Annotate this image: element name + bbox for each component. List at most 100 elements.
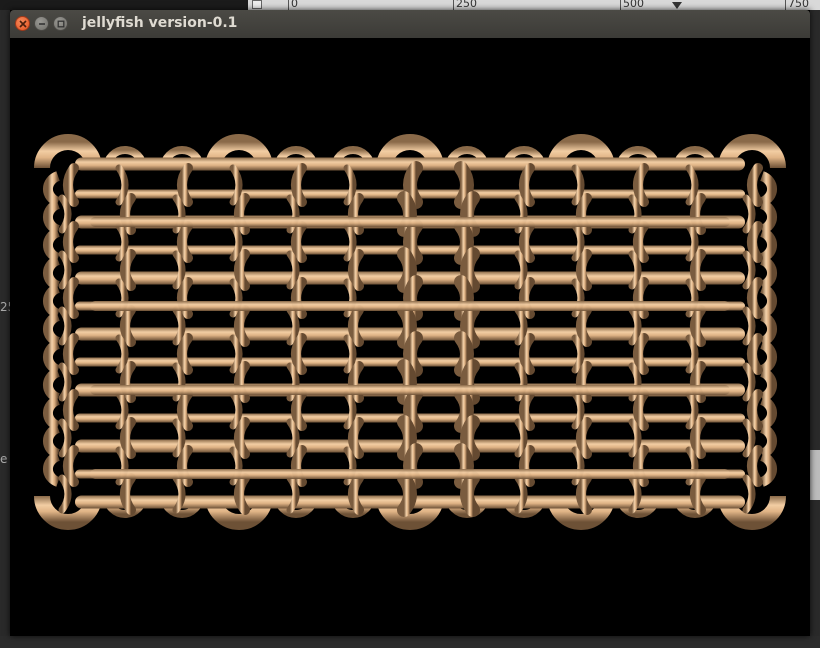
yarn-stitch bbox=[685, 164, 699, 206]
yarn-stitch bbox=[571, 334, 585, 374]
app-window: jellyfish version-0.1 bbox=[10, 10, 810, 636]
yarn-stitch bbox=[177, 389, 193, 431]
yarn-stitch bbox=[229, 164, 243, 206]
yarn-stitch bbox=[633, 389, 649, 431]
yarn-stitch bbox=[234, 417, 250, 459]
yarn-stitch bbox=[628, 306, 642, 346]
yarn-stitch bbox=[115, 164, 129, 206]
yarn-loop bbox=[759, 255, 778, 291]
yarn-stitch bbox=[172, 306, 186, 346]
knit-render[interactable] bbox=[10, 38, 810, 636]
yarn-stitch bbox=[115, 222, 129, 262]
background-bottom-strip bbox=[0, 636, 820, 648]
yarn-loop bbox=[42, 283, 61, 319]
yarn-stitch bbox=[234, 249, 250, 291]
yarn-stitch bbox=[571, 164, 585, 206]
yarn-loop bbox=[42, 423, 61, 459]
yarn-stitch bbox=[291, 333, 307, 375]
yarn-stitch bbox=[348, 249, 364, 291]
yarn-stitch bbox=[343, 390, 357, 430]
yarn-loop bbox=[42, 367, 61, 403]
yarn-stitch bbox=[747, 445, 763, 487]
yarn-strand bbox=[90, 301, 730, 311]
yarn-stitch bbox=[58, 250, 72, 290]
yarn-stitch bbox=[742, 194, 756, 234]
yarn-stitch bbox=[348, 305, 364, 347]
yarn-stitch bbox=[742, 362, 756, 402]
yarn-stitch bbox=[58, 418, 72, 458]
ruler-marker-icon bbox=[672, 2, 682, 9]
yarn-loop bbox=[42, 255, 61, 291]
yarn-stitch bbox=[742, 418, 756, 458]
yarn-stitch bbox=[690, 249, 706, 291]
minimize-button[interactable] bbox=[34, 16, 49, 31]
yarn-loop bbox=[759, 199, 778, 235]
yarn-stitch bbox=[747, 221, 763, 263]
yarn-stitch bbox=[291, 389, 307, 431]
yarn-stitch bbox=[747, 163, 763, 207]
yarn-stitch bbox=[63, 163, 79, 207]
yarn-stitch bbox=[172, 418, 186, 458]
yarn-loop bbox=[759, 339, 778, 375]
yarn-stitch bbox=[514, 474, 528, 514]
yarn-stitch bbox=[576, 473, 592, 515]
yarn-stitch bbox=[177, 163, 193, 207]
yarn-stitch bbox=[690, 305, 706, 347]
yarn-loop bbox=[42, 311, 61, 347]
ruler-label: 0 bbox=[291, 0, 298, 10]
yarn-stitch bbox=[690, 417, 706, 459]
yarn-stitch bbox=[685, 222, 699, 262]
yarn-stitch bbox=[58, 306, 72, 346]
yarn-loop bbox=[42, 199, 61, 235]
yarn-stitch bbox=[519, 163, 535, 207]
yarn-stitch bbox=[286, 250, 300, 290]
yarn-stitch bbox=[286, 474, 300, 514]
yarn-stitch bbox=[397, 471, 417, 517]
yarn-stitch bbox=[747, 389, 763, 431]
yarn-stitch bbox=[742, 250, 756, 290]
minimize-icon bbox=[38, 22, 45, 25]
yarn-loop bbox=[759, 451, 778, 487]
yarn-stitch bbox=[343, 164, 357, 206]
yarn-loop bbox=[759, 283, 778, 319]
yarn-stitch bbox=[120, 417, 136, 459]
render-viewport[interactable] bbox=[10, 38, 810, 636]
yarn-stitch bbox=[576, 417, 592, 459]
yarn-loop bbox=[759, 423, 778, 459]
ruler-label: 250 bbox=[456, 0, 477, 10]
yarn-stitch bbox=[633, 221, 649, 263]
background-scrollbar bbox=[810, 450, 820, 500]
yarn-stitch bbox=[685, 334, 699, 374]
yarn-stitch bbox=[229, 334, 243, 374]
yarn-stitch bbox=[63, 445, 79, 487]
ruler-label: 750 bbox=[788, 0, 809, 10]
close-button[interactable] bbox=[15, 16, 30, 31]
yarn-stitch bbox=[514, 250, 528, 290]
yarn-loop bbox=[42, 171, 61, 207]
yarn-stitch bbox=[343, 222, 357, 262]
yarn-stitch bbox=[58, 474, 72, 514]
yarn-strand bbox=[90, 469, 730, 479]
yarn-stitch bbox=[172, 474, 186, 514]
yarn-stitch bbox=[234, 473, 250, 515]
yarn-stitch bbox=[63, 389, 79, 431]
yarn-loop bbox=[42, 339, 61, 375]
yarn-stitch bbox=[571, 390, 585, 430]
yarn-stitch bbox=[571, 222, 585, 262]
yarn-stitch bbox=[348, 417, 364, 459]
ruler-label: 500 bbox=[623, 0, 644, 10]
close-icon bbox=[18, 19, 27, 28]
yarn-stitch bbox=[519, 389, 535, 431]
yarn-stitch bbox=[115, 390, 129, 430]
maximize-button[interactable] bbox=[53, 16, 68, 31]
yarn-stitch bbox=[747, 277, 763, 319]
yarn-stitch bbox=[519, 333, 535, 375]
yarn-stitch bbox=[120, 305, 136, 347]
yarn-stitch bbox=[286, 418, 300, 458]
window-title: jellyfish version-0.1 bbox=[82, 15, 238, 31]
yarn-stitch bbox=[58, 362, 72, 402]
title-bar[interactable]: jellyfish version-0.1 bbox=[10, 10, 810, 39]
yarn-stitch bbox=[514, 306, 528, 346]
yarn-stitch bbox=[177, 221, 193, 263]
yarn-stitch bbox=[177, 333, 193, 375]
